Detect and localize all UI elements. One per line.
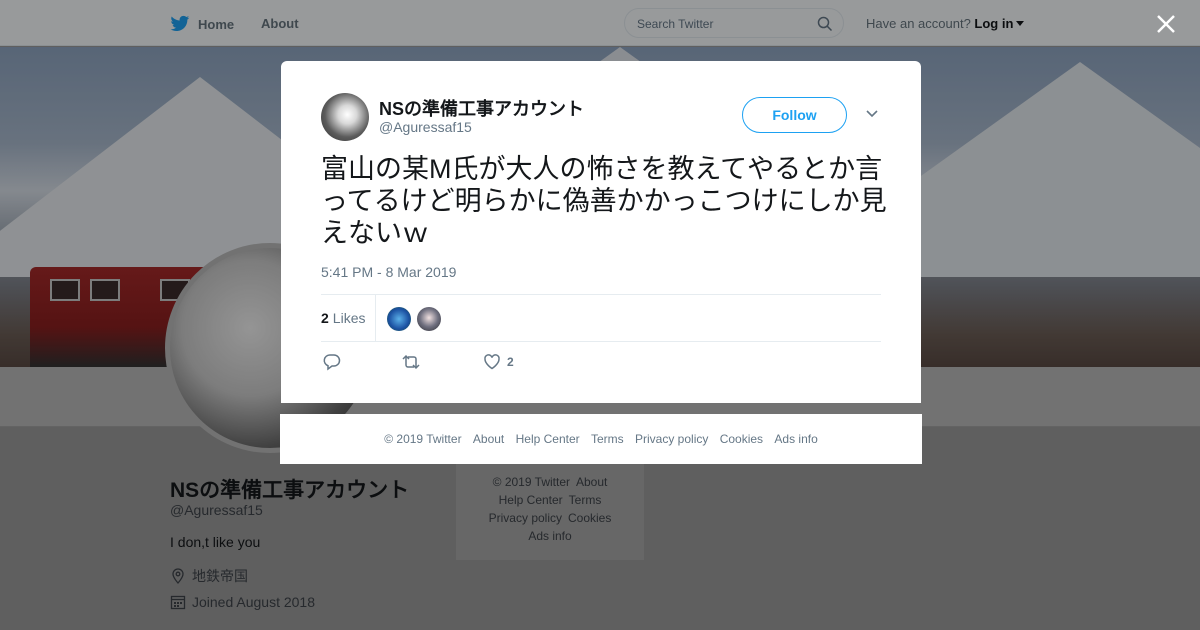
close-icon[interactable] <box>1154 12 1178 36</box>
tweet-author-handle[interactable]: @Aguressaf15 <box>379 119 472 135</box>
retweet-icon <box>402 354 420 370</box>
liker-avatar[interactable] <box>387 307 411 331</box>
heart-icon <box>484 354 500 370</box>
modal-footer-about-link[interactable]: About <box>473 432 504 446</box>
likes-label: Likes <box>332 310 366 326</box>
likes-stat[interactable]: 2 Likes <box>321 310 365 326</box>
follow-button[interactable]: Follow <box>742 97 847 133</box>
tweet-actions: 2 <box>321 353 881 377</box>
tweet-author-avatar[interactable] <box>321 93 369 141</box>
tweet-author-name[interactable]: NSの準備工事アカウント <box>379 95 584 121</box>
likes-count: 2 <box>321 310 329 326</box>
like-count: 2 <box>507 355 514 369</box>
liker-avatar[interactable] <box>417 307 441 331</box>
tweet-stats: 2 Likes <box>321 294 881 342</box>
tweet-timestamp[interactable]: 5:41 PM - 8 Mar 2019 <box>321 264 456 280</box>
modal-footer-help-link[interactable]: Help Center <box>516 432 580 446</box>
modal-footer-terms-link[interactable]: Terms <box>591 432 624 446</box>
modal-footer-ads-link[interactable]: Ads info <box>774 432 817 446</box>
modal-footer-copyright: © 2019 Twitter <box>384 432 462 446</box>
stats-divider <box>375 295 376 341</box>
chevron-down-icon[interactable] <box>865 109 879 119</box>
tweet-modal: NSの準備工事アカウント @Aguressaf15 Follow 富山の某M氏が… <box>281 61 921 403</box>
retweet-button[interactable] <box>401 353 421 371</box>
reply-icon <box>323 354 341 371</box>
modal-footer-cookies-link[interactable]: Cookies <box>720 432 763 446</box>
modal-footer-privacy-link[interactable]: Privacy policy <box>635 432 708 446</box>
reply-button[interactable] <box>323 353 341 371</box>
tweet-text: 富山の某M氏が大人の怖さを教えてやるとか言ってるけど明らかに偽善かかっこつけにし… <box>321 154 887 248</box>
like-button[interactable]: 2 <box>483 353 514 371</box>
modal-footer: © 2019 Twitter About Help Center Terms P… <box>280 414 922 464</box>
